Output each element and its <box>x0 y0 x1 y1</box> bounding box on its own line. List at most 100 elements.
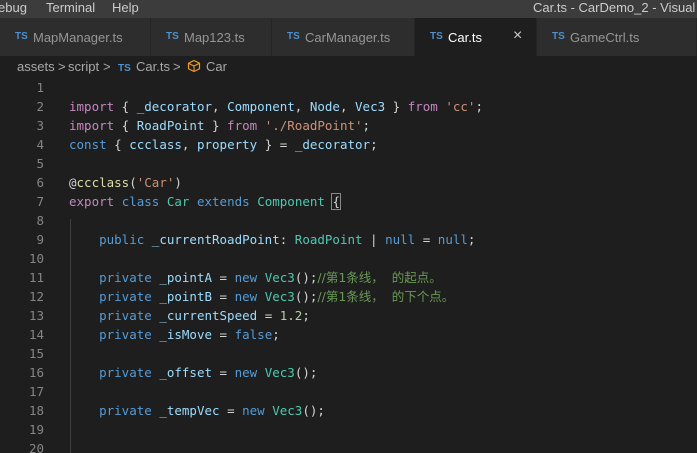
tab-carmanager[interactable]: TS CarManager.ts <box>272 18 415 56</box>
code-line: 17 <box>0 382 697 401</box>
code-token: extends <box>196 194 250 209</box>
code-token: 'Car' <box>136 175 175 190</box>
tab-map123[interactable]: TS Map123.ts <box>151 18 272 56</box>
line-number: 9 <box>36 232 44 247</box>
breadcrumb: assets > script > TS Car.ts > Car <box>0 56 697 78</box>
code-token: './RoadPoint' <box>264 118 363 133</box>
breadcrumb-symbol[interactable]: Car <box>206 59 227 75</box>
tab-label: CarManager.ts <box>305 30 391 45</box>
code-text: private _tempVec = new Vec3(); <box>69 401 325 420</box>
breadcrumb-script[interactable]: script <box>68 59 99 75</box>
code-token: import <box>69 118 115 133</box>
code-text: import { _decorator, Component, Node, Ve… <box>69 97 483 116</box>
breadcrumb-assets[interactable]: assets <box>17 59 55 75</box>
class-symbol-icon <box>187 59 201 73</box>
code-token: export <box>69 194 115 209</box>
code-token: ; <box>302 308 310 323</box>
code-text: @ccclass('Car') <box>69 173 182 192</box>
menu-terminal[interactable]: Terminal <box>46 0 95 15</box>
code-line: 9 public _currentRoadPoint: RoadPoint | … <box>0 230 697 249</box>
code-token: from <box>227 118 258 133</box>
code-token: (); <box>294 289 318 304</box>
line-number: 16 <box>28 365 44 380</box>
code-token: _decorator <box>136 99 212 114</box>
code-token: _decorator <box>294 137 371 152</box>
code-token: ) <box>174 175 182 190</box>
code-token: class <box>121 194 160 209</box>
code-token: ; <box>370 137 378 152</box>
code-token: RoadPoint <box>136 118 205 133</box>
tab-mapmanager[interactable]: TS MapManager.ts <box>0 18 151 56</box>
code-token: private <box>99 308 152 323</box>
code-token: Vec3 <box>264 270 295 285</box>
code-line: 16 private _offset = new Vec3(); <box>0 363 697 382</box>
code-token: new <box>234 365 258 380</box>
code-token: = <box>257 308 280 323</box>
typescript-file-icon: TS <box>118 63 131 74</box>
code-text: private _pointA = new Vec3();//第1条线， 的起点… <box>69 268 442 287</box>
code-token: { <box>106 137 130 152</box>
tab-gamectrl[interactable]: TS GameCtrl.ts <box>537 18 697 56</box>
line-number: 6 <box>36 175 44 190</box>
line-number: 15 <box>28 346 44 361</box>
line-number: 4 <box>36 137 44 152</box>
code-token: { <box>114 118 137 133</box>
code-line: 1 <box>0 78 697 97</box>
code-line: 4 const { ccclass, property } = _decorato… <box>0 135 697 154</box>
code-token: RoadPoint <box>294 232 363 247</box>
code-editor[interactable]: 1 2 import { _decorator, Component, Node, … <box>0 78 697 453</box>
line-number: 7 <box>36 194 44 209</box>
code-token: 1.2 <box>279 308 303 323</box>
code-line: 6 @ccclass('Car') <box>0 173 697 192</box>
code-line: 19 <box>0 420 697 439</box>
line-number: 18 <box>28 403 44 418</box>
code-token: null <box>385 232 416 247</box>
code-line: 10 <box>0 249 697 268</box>
title-bar: ebug Terminal Help Car.ts - CarDemo_2 - … <box>0 0 697 18</box>
tab-label: Car.ts <box>448 30 482 45</box>
code-token: new <box>242 403 265 418</box>
breadcrumb-file[interactable]: Car.ts <box>136 59 170 75</box>
tab-label: Map123.ts <box>184 30 245 45</box>
code-text: private _isMove = false; <box>69 325 280 344</box>
close-tab-icon[interactable]: × <box>513 28 522 44</box>
code-token: Vec3 <box>264 289 295 304</box>
code-token: Vec3 <box>272 403 303 418</box>
menu-help[interactable]: Help <box>112 0 139 15</box>
line-number: 13 <box>28 308 44 323</box>
code-text: const { ccclass, property } = _decorator… <box>69 135 378 154</box>
code-token: ccclass <box>76 175 130 190</box>
code-token: , <box>294 99 310 114</box>
code-token: ; <box>272 327 280 342</box>
code-line: 12 private _pointB = new Vec3();//第1条线， … <box>0 287 697 306</box>
code-line: 5 <box>0 154 697 173</box>
code-token: private <box>99 365 152 380</box>
tab-car[interactable]: TS Car.ts × <box>415 18 537 56</box>
code-token: 'cc' <box>445 99 476 114</box>
code-token: _pointA <box>159 270 213 285</box>
code-token: : <box>279 232 295 247</box>
code-text: private _offset = new Vec3(); <box>69 363 317 382</box>
code-token: private <box>99 403 152 418</box>
code-token: Vec3 <box>264 365 295 380</box>
menu-debug[interactable]: ebug <box>0 0 27 15</box>
code-line: 13 private _currentSpeed = 1.2; <box>0 306 697 325</box>
code-token: private <box>99 327 152 342</box>
code-token: _tempVec <box>159 403 220 418</box>
code-token: ccclass <box>129 137 182 152</box>
window-title: Car.ts - CarDemo_2 - Visual S <box>533 0 697 15</box>
code-line: 15 <box>0 344 697 363</box>
code-token: //第1条线， 的起点。 <box>317 270 442 285</box>
code-text: public _currentRoadPoint: RoadPoint | nu… <box>69 230 475 249</box>
line-number: 11 <box>28 270 44 285</box>
code-token: _currentSpeed <box>159 308 258 323</box>
code-text: import { RoadPoint } from './RoadPoint'; <box>69 116 370 135</box>
